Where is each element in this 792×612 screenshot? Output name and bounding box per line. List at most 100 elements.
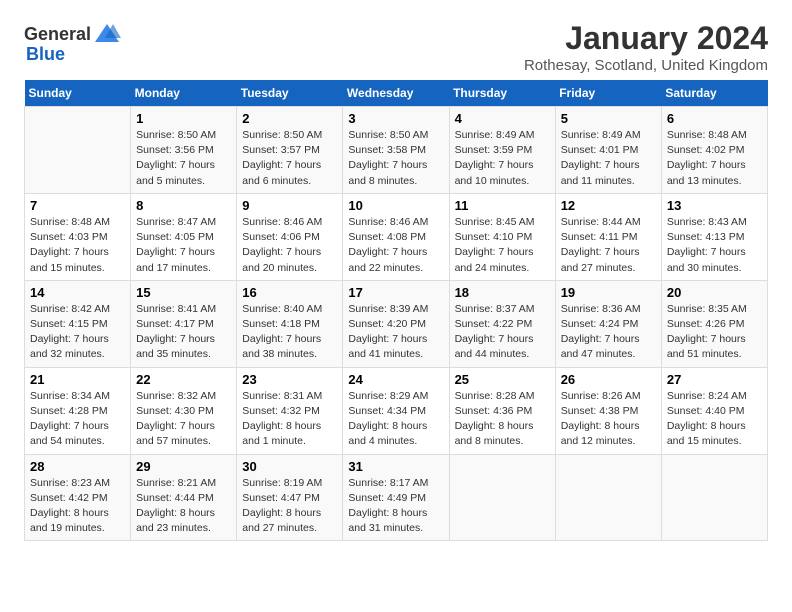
day-number: 11 xyxy=(455,198,550,213)
day-number: 2 xyxy=(242,111,337,126)
day-info: Sunrise: 8:39 AMSunset: 4:20 PMDaylight:… xyxy=(348,302,443,363)
day-info: Sunrise: 8:36 AMSunset: 4:24 PMDaylight:… xyxy=(561,302,656,363)
day-number: 20 xyxy=(667,285,762,300)
calendar-cell: 29 Sunrise: 8:21 AMSunset: 4:44 PMDayligh… xyxy=(131,454,237,541)
calendar-week-row: 1 Sunrise: 8:50 AMSunset: 3:56 PMDaylight… xyxy=(25,107,768,194)
day-info: Sunrise: 8:40 AMSunset: 4:18 PMDaylight:… xyxy=(242,302,337,363)
main-title: January 2024 xyxy=(524,20,768,57)
calendar-cell: 13Sunrise: 8:43 AMSunset: 4:13 PMDayligh… xyxy=(661,193,767,280)
logo-text-blue: Blue xyxy=(26,44,65,65)
logo-icon xyxy=(93,20,121,48)
day-number: 8 xyxy=(136,198,231,213)
column-header-wednesday: Wednesday xyxy=(343,80,449,107)
day-info: Sunrise: 8:50 AMSunset: 3:56 PMDaylight:… xyxy=(136,128,231,189)
day-number: 29 xyxy=(136,459,231,474)
calendar-cell: 6 Sunrise: 8:48 AMSunset: 4:02 PMDaylight… xyxy=(661,107,767,194)
column-header-saturday: Saturday xyxy=(661,80,767,107)
day-info: Sunrise: 8:49 AMSunset: 3:59 PMDaylight:… xyxy=(455,128,550,189)
day-number: 5 xyxy=(561,111,656,126)
day-info: Sunrise: 8:28 AMSunset: 4:36 PMDaylight:… xyxy=(455,389,550,450)
day-number: 19 xyxy=(561,285,656,300)
day-info: Sunrise: 8:35 AMSunset: 4:26 PMDaylight:… xyxy=(667,302,762,363)
day-info: Sunrise: 8:47 AMSunset: 4:05 PMDaylight:… xyxy=(136,215,231,276)
calendar-cell: 31Sunrise: 8:17 AMSunset: 4:49 PMDayligh… xyxy=(343,454,449,541)
calendar-cell: 17 Sunrise: 8:39 AMSunset: 4:20 PMDayligh… xyxy=(343,280,449,367)
day-info: Sunrise: 8:17 AMSunset: 4:49 PMDaylight:… xyxy=(348,476,443,537)
calendar-cell: 15Sunrise: 8:41 AMSunset: 4:17 PMDayligh… xyxy=(131,280,237,367)
day-info: Sunrise: 8:46 AMSunset: 4:08 PMDaylight:… xyxy=(348,215,443,276)
calendar-cell: 20 Sunrise: 8:35 AMSunset: 4:26 PMDayligh… xyxy=(661,280,767,367)
day-number: 24 xyxy=(348,372,443,387)
day-info: Sunrise: 8:29 AMSunset: 4:34 PMDaylight:… xyxy=(348,389,443,450)
day-number: 22 xyxy=(136,372,231,387)
day-number: 14 xyxy=(30,285,125,300)
day-info: Sunrise: 8:21 AMSunset: 4:44 PMDaylight:… xyxy=(136,476,231,537)
day-number: 12 xyxy=(561,198,656,213)
column-header-sunday: Sunday xyxy=(25,80,131,107)
calendar-cell: 7 Sunrise: 8:48 AMSunset: 4:03 PMDaylight… xyxy=(25,193,131,280)
day-info: Sunrise: 8:37 AMSunset: 4:22 PMDaylight:… xyxy=(455,302,550,363)
day-info: Sunrise: 8:19 AMSunset: 4:47 PMDaylight:… xyxy=(242,476,337,537)
calendar-cell: 8 Sunrise: 8:47 AMSunset: 4:05 PMDaylight… xyxy=(131,193,237,280)
calendar-cell xyxy=(449,454,555,541)
day-number: 7 xyxy=(30,198,125,213)
calendar-cell: 23 Sunrise: 8:31 AMSunset: 4:32 PMDayligh… xyxy=(237,367,343,454)
logo-text-general: General xyxy=(24,24,91,45)
column-header-tuesday: Tuesday xyxy=(237,80,343,107)
day-info: Sunrise: 8:42 AMSunset: 4:15 PMDaylight:… xyxy=(30,302,125,363)
calendar-cell: 18 Sunrise: 8:37 AMSunset: 4:22 PMDayligh… xyxy=(449,280,555,367)
calendar-cell: 10 Sunrise: 8:46 AMSunset: 4:08 PMDayligh… xyxy=(343,193,449,280)
calendar-week-row: 7 Sunrise: 8:48 AMSunset: 4:03 PMDaylight… xyxy=(25,193,768,280)
day-number: 25 xyxy=(455,372,550,387)
day-number: 10 xyxy=(348,198,443,213)
calendar-cell: 22 Sunrise: 8:32 AMSunset: 4:30 PMDayligh… xyxy=(131,367,237,454)
day-number: 23 xyxy=(242,372,337,387)
calendar-cell: 21 Sunrise: 8:34 AMSunset: 4:28 PMDayligh… xyxy=(25,367,131,454)
title-block: January 2024 Rothesay, Scotland, United … xyxy=(524,20,768,74)
calendar-cell: 16Sunrise: 8:40 AMSunset: 4:18 PMDayligh… xyxy=(237,280,343,367)
day-number: 1 xyxy=(136,111,231,126)
page-header: General Blue January 2024 Rothesay, Scot… xyxy=(24,20,768,74)
day-info: Sunrise: 8:45 AMSunset: 4:10 PMDaylight:… xyxy=(455,215,550,276)
calendar-cell: 1 Sunrise: 8:50 AMSunset: 3:56 PMDaylight… xyxy=(131,107,237,194)
day-number: 3 xyxy=(348,111,443,126)
day-number: 26 xyxy=(561,372,656,387)
calendar-week-row: 21 Sunrise: 8:34 AMSunset: 4:28 PMDayligh… xyxy=(25,367,768,454)
day-info: Sunrise: 8:31 AMSunset: 4:32 PMDaylight:… xyxy=(242,389,337,450)
day-info: Sunrise: 8:50 AMSunset: 3:58 PMDaylight:… xyxy=(348,128,443,189)
day-number: 21 xyxy=(30,372,125,387)
day-number: 6 xyxy=(667,111,762,126)
calendar-cell xyxy=(661,454,767,541)
calendar-cell: 12 Sunrise: 8:44 AMSunset: 4:11 PMDayligh… xyxy=(555,193,661,280)
day-info: Sunrise: 8:34 AMSunset: 4:28 PMDaylight:… xyxy=(30,389,125,450)
calendar-cell: 14 Sunrise: 8:42 AMSunset: 4:15 PMDayligh… xyxy=(25,280,131,367)
calendar-cell xyxy=(555,454,661,541)
day-number: 30 xyxy=(242,459,337,474)
day-number: 27 xyxy=(667,372,762,387)
calendar-cell: 19 Sunrise: 8:36 AMSunset: 4:24 PMDayligh… xyxy=(555,280,661,367)
calendar-cell: 28Sunrise: 8:23 AMSunset: 4:42 PMDayligh… xyxy=(25,454,131,541)
calendar-cell: 2Sunrise: 8:50 AMSunset: 3:57 PMDaylight… xyxy=(237,107,343,194)
calendar-cell: 25 Sunrise: 8:28 AMSunset: 4:36 PMDayligh… xyxy=(449,367,555,454)
day-info: Sunrise: 8:49 AMSunset: 4:01 PMDaylight:… xyxy=(561,128,656,189)
logo: General Blue xyxy=(24,20,121,65)
day-info: Sunrise: 8:43 AMSunset: 4:13 PMDaylight:… xyxy=(667,215,762,276)
calendar-cell: 26 Sunrise: 8:26 AMSunset: 4:38 PMDayligh… xyxy=(555,367,661,454)
calendar-cell xyxy=(25,107,131,194)
day-info: Sunrise: 8:48 AMSunset: 4:03 PMDaylight:… xyxy=(30,215,125,276)
column-header-thursday: Thursday xyxy=(449,80,555,107)
calendar-cell: 9Sunrise: 8:46 AMSunset: 4:06 PMDaylight… xyxy=(237,193,343,280)
calendar-cell: 4Sunrise: 8:49 AMSunset: 3:59 PMDaylight… xyxy=(449,107,555,194)
calendar-week-row: 14 Sunrise: 8:42 AMSunset: 4:15 PMDayligh… xyxy=(25,280,768,367)
day-info: Sunrise: 8:46 AMSunset: 4:06 PMDaylight:… xyxy=(242,215,337,276)
day-info: Sunrise: 8:23 AMSunset: 4:42 PMDaylight:… xyxy=(30,476,125,537)
day-info: Sunrise: 8:26 AMSunset: 4:38 PMDaylight:… xyxy=(561,389,656,450)
day-info: Sunrise: 8:44 AMSunset: 4:11 PMDaylight:… xyxy=(561,215,656,276)
column-header-monday: Monday xyxy=(131,80,237,107)
day-info: Sunrise: 8:41 AMSunset: 4:17 PMDaylight:… xyxy=(136,302,231,363)
day-number: 18 xyxy=(455,285,550,300)
day-info: Sunrise: 8:48 AMSunset: 4:02 PMDaylight:… xyxy=(667,128,762,189)
calendar-header-row: SundayMondayTuesdayWednesdayThursdayFrid… xyxy=(25,80,768,107)
day-info: Sunrise: 8:32 AMSunset: 4:30 PMDaylight:… xyxy=(136,389,231,450)
day-number: 17 xyxy=(348,285,443,300)
